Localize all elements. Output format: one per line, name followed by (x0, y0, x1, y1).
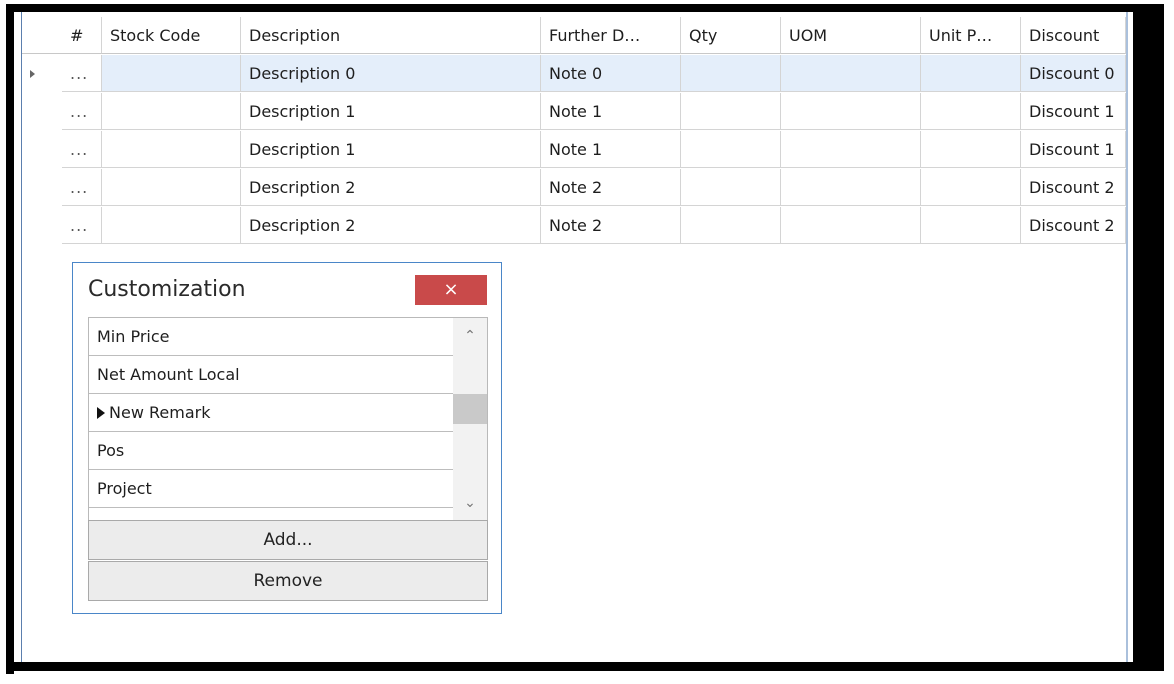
list-item-min-price[interactable]: Min Price (89, 318, 453, 356)
column-header-discount[interactable]: Discount (1021, 17, 1126, 54)
cell-uom[interactable] (781, 169, 921, 206)
header-indicator-cell (22, 17, 62, 54)
cell-stock-code[interactable] (102, 207, 241, 244)
frame-top-border (6, 4, 1164, 12)
dialog-title: Customization (88, 277, 246, 302)
cell-description[interactable]: Description 1 (241, 131, 541, 168)
row-indicator (22, 207, 62, 244)
row-edit-ellipsis-button[interactable]: ... (62, 207, 102, 244)
column-header-description[interactable]: Description (241, 17, 541, 54)
cell-unit-price[interactable] (921, 93, 1021, 130)
table-row[interactable]: ... Description 1 Note 1 Discount 1 (22, 131, 1126, 169)
column-header-unit-price[interactable]: Unit P… (921, 17, 1021, 54)
table-row[interactable]: ... Description 0 Note 0 Discount 0 (22, 55, 1126, 93)
row-indicator (22, 169, 62, 206)
row-edit-ellipsis-button[interactable]: ... (62, 93, 102, 130)
frame-bottom-border (6, 662, 1164, 671)
remove-button[interactable]: Remove (88, 561, 488, 601)
cell-stock-code[interactable] (102, 55, 241, 92)
cell-uom[interactable] (781, 131, 921, 168)
cell-unit-price[interactable] (921, 169, 1021, 206)
column-header-uom[interactable]: UOM (781, 17, 921, 54)
cell-further-description[interactable]: Note 0 (541, 55, 681, 92)
cell-further-description[interactable]: Note 1 (541, 93, 681, 130)
column-header-stock-code[interactable]: Stock Code (102, 17, 241, 54)
cell-description[interactable]: Description 2 (241, 169, 541, 206)
cell-description[interactable]: Description 1 (241, 93, 541, 130)
list-item-label: New Remark (109, 403, 211, 422)
column-header-qty[interactable]: Qty (681, 17, 781, 54)
frame-right-border (1133, 4, 1164, 671)
cell-discount[interactable]: Discount 1 (1021, 131, 1126, 168)
cell-discount[interactable]: Discount 1 (1021, 93, 1126, 130)
cell-stock-code[interactable] (102, 169, 241, 206)
cell-further-description[interactable]: Note 1 (541, 131, 681, 168)
row-indicator (22, 131, 62, 168)
cell-further-description[interactable]: Note 2 (541, 207, 681, 244)
table-row[interactable]: ... Description 2 Note 2 Discount 2 (22, 207, 1126, 245)
list-scrollbar[interactable]: ⌃ ⌄ (453, 318, 487, 521)
close-button[interactable]: × (415, 275, 487, 305)
list-item-net-amount-local[interactable]: Net Amount Local (89, 356, 453, 394)
cell-qty[interactable] (681, 55, 781, 92)
cell-stock-code[interactable] (102, 93, 241, 130)
close-icon: × (443, 279, 459, 300)
grid-header-row: # Stock Code Description Further D… Qty … (22, 17, 1126, 55)
cell-uom[interactable] (781, 93, 921, 130)
row-indicator (22, 93, 62, 130)
column-header-further-description[interactable]: Further D… (541, 17, 681, 54)
cell-further-description[interactable]: Note 2 (541, 169, 681, 206)
row-selector-arrow-icon (30, 70, 35, 78)
table-row[interactable]: ... Description 1 Note 1 Discount 1 (22, 93, 1126, 131)
add-button[interactable]: Add... (88, 520, 488, 560)
scroll-up-chevron-icon[interactable]: ⌃ (453, 318, 487, 354)
list-item-pos[interactable]: Pos (89, 432, 453, 470)
cell-unit-price[interactable] (921, 131, 1021, 168)
customization-field-list[interactable]: Min Price Net Amount Local New Remark Po… (88, 317, 488, 522)
cell-discount[interactable]: Discount 2 (1021, 207, 1126, 244)
cell-description[interactable]: Description 2 (241, 207, 541, 244)
row-edit-ellipsis-button[interactable]: ... (62, 55, 102, 92)
selected-item-arrow-icon (97, 407, 105, 419)
cell-uom[interactable] (781, 55, 921, 92)
scroll-thumb[interactable] (453, 394, 487, 424)
cell-qty[interactable] (681, 169, 781, 206)
column-header-number[interactable]: # (62, 17, 102, 54)
frame-left-border (6, 4, 14, 674)
list-item-new-remark[interactable]: New Remark (89, 394, 453, 432)
cell-discount[interactable]: Discount 2 (1021, 169, 1126, 206)
cell-uom[interactable] (781, 207, 921, 244)
cell-qty[interactable] (681, 131, 781, 168)
cell-stock-code[interactable] (102, 131, 241, 168)
cell-discount[interactable]: Discount 0 (1021, 55, 1126, 92)
row-edit-ellipsis-button[interactable]: ... (62, 131, 102, 168)
panel-right-edge (1126, 12, 1128, 662)
list-item-project[interactable]: Project (89, 470, 453, 508)
cell-qty[interactable] (681, 93, 781, 130)
row-edit-ellipsis-button[interactable]: ... (62, 169, 102, 206)
scroll-down-chevron-icon[interactable]: ⌄ (453, 485, 487, 521)
table-row[interactable]: ... Description 2 Note 2 Discount 2 (22, 169, 1126, 207)
cell-unit-price[interactable] (921, 207, 1021, 244)
row-indicator (22, 55, 62, 92)
customization-dialog: Customization × Min Price Net Amount Loc… (72, 262, 502, 614)
cell-qty[interactable] (681, 207, 781, 244)
cell-unit-price[interactable] (921, 55, 1021, 92)
cell-description[interactable]: Description 0 (241, 55, 541, 92)
